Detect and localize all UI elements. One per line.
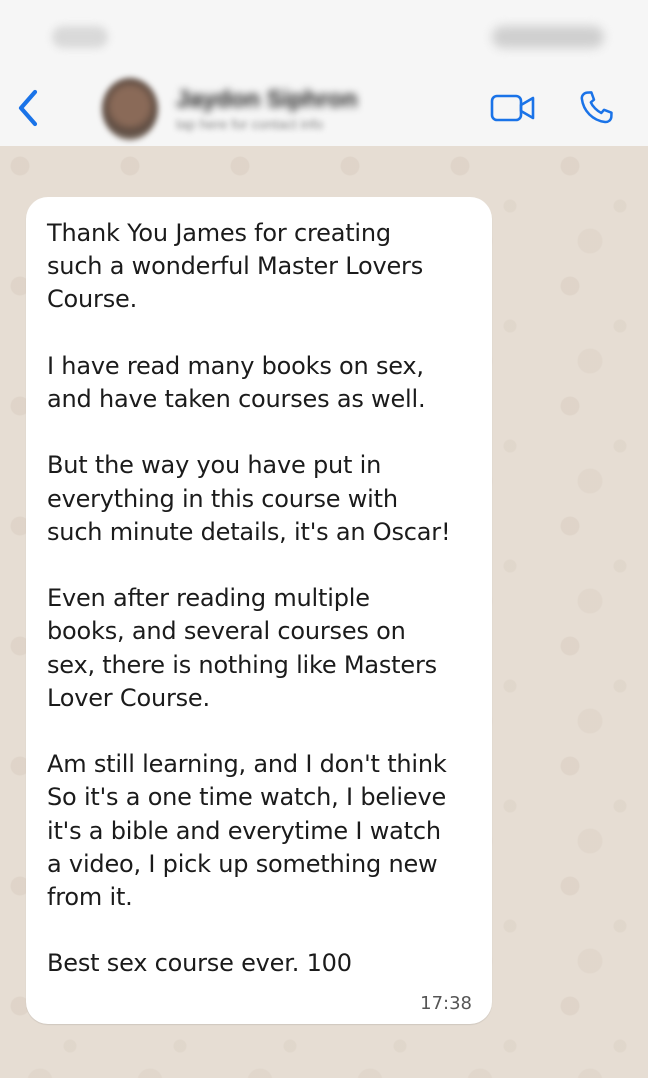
message-paragraph: Even after reading multiple books, and s… [47, 584, 437, 712]
contact-subtitle: tap here for contact info [176, 116, 324, 132]
message-paragraph: But the way you have put in everything i… [47, 451, 451, 546]
message-paragraph: Thank You James for creating such a wond… [47, 219, 423, 314]
contact-info[interactable]: Jaydon Siphron tap here for contact info [176, 80, 436, 138]
status-time-blurred [52, 26, 108, 48]
video-camera-icon [490, 94, 535, 122]
back-button[interactable] [8, 84, 48, 132]
message-paragraph: Best sex course ever. 100 [47, 949, 352, 978]
message-timestamp: 17:38 [420, 993, 472, 1014]
status-bar [0, 0, 648, 76]
chat-header: Jaydon Siphron tap here for contact info [0, 76, 648, 147]
message-paragraph: I have read many books on sex, and have … [47, 351, 426, 413]
contact-avatar[interactable] [102, 78, 158, 140]
incoming-message-bubble[interactable]: Thank You James for creating such a wond… [26, 197, 492, 1024]
video-call-button[interactable] [488, 88, 538, 128]
phone-icon [580, 91, 613, 124]
status-indicators-blurred [492, 26, 604, 48]
voice-call-button[interactable] [574, 86, 618, 130]
contact-name: Jaydon Siphron [176, 86, 358, 113]
message-text: Thank You James for creating such a wond… [47, 217, 483, 981]
chevron-left-icon [18, 89, 38, 127]
chat-screen: Jaydon Siphron tap here for contact info… [0, 0, 648, 1078]
message-paragraph: Am still learning, and I don't think So … [47, 750, 447, 911]
